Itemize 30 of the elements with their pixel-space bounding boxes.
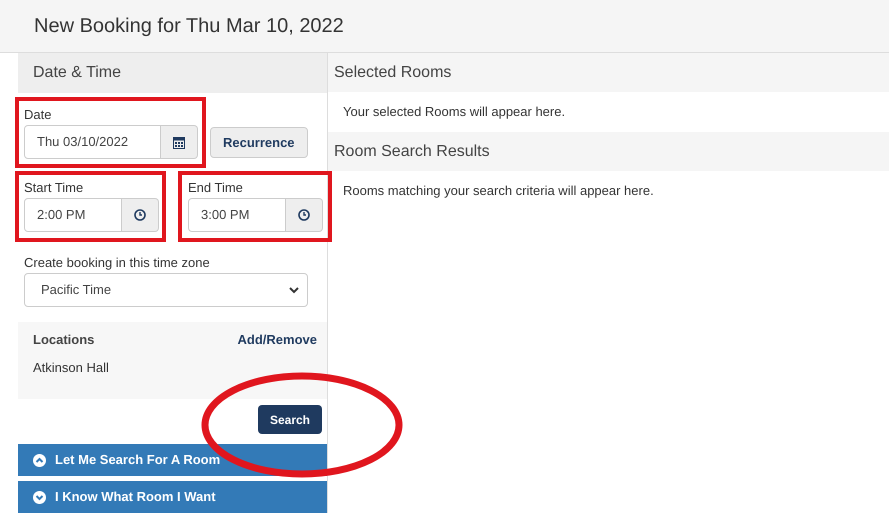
picker-button[interactable] xyxy=(122,198,159,232)
field-label: Start Time xyxy=(24,180,84,196)
add-remove-link[interactable]: Add/Remove xyxy=(238,330,317,350)
field-label: End Time xyxy=(188,180,243,196)
clock-icon xyxy=(134,209,146,221)
start-time-field[interactable]: 2:00 PM xyxy=(24,198,122,232)
field-label: Date xyxy=(24,107,52,123)
field-label: Create booking in this time zone xyxy=(24,255,211,271)
locations-heading: Locations xyxy=(33,331,94,349)
recurrence-button[interactable]: Recurrence xyxy=(210,127,308,158)
accordion-header[interactable]: I Know What Room I Want xyxy=(18,481,327,513)
section-title: Selected Rooms xyxy=(334,62,452,82)
empty-message: Rooms matching your search criteria will appear here. xyxy=(343,182,654,200)
date-field[interactable]: Thu 03/10/2022 xyxy=(24,125,161,159)
section-title: Date & Time xyxy=(33,63,122,83)
end-time-field[interactable]: 3:00 PM xyxy=(188,198,286,232)
chevron-up-icon xyxy=(33,454,46,466)
calendar-icon xyxy=(173,136,185,148)
accordion-header[interactable]: Let Me Search For A Room xyxy=(18,444,327,476)
empty-message: Your selected Rooms will appear here. xyxy=(343,103,566,122)
chevron-down-icon xyxy=(33,490,46,504)
page-title: New Booking for Thu Mar 10, 2022 xyxy=(34,14,344,39)
picker-button[interactable] xyxy=(286,198,323,232)
location-item: Atkinson Hall xyxy=(33,358,110,376)
clock-icon xyxy=(298,209,310,221)
time-zone-select[interactable]: Pacific Time xyxy=(24,273,308,307)
search-button[interactable]: Search xyxy=(258,405,322,434)
section-title: Room Search Results xyxy=(334,142,490,162)
caret-icon xyxy=(289,286,299,294)
picker-button[interactable] xyxy=(161,125,198,159)
